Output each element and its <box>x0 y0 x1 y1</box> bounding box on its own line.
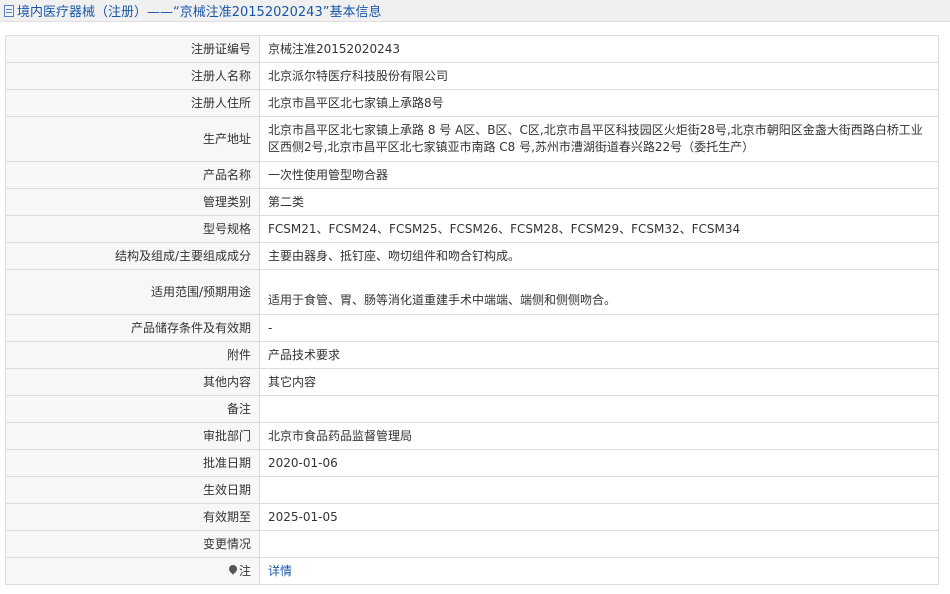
field-value: FCSM21、FCSM24、FCSM25、FCSM26、FCSM28、FCSM2… <box>259 215 939 243</box>
table-row: 型号规格 FCSM21、FCSM24、FCSM25、FCSM26、FCSM28、… <box>5 215 939 243</box>
table-row: 有效期至 2025-01-05 <box>5 503 939 531</box>
field-label: 批准日期 <box>5 449 260 477</box>
field-value: 产品技术要求 <box>259 341 939 369</box>
table-row: 结构及组成/主要组成成分 主要由器身、抵钉座、吻切组件和吻合钉构成。 <box>5 242 939 270</box>
field-label: 注册人名称 <box>5 62 260 90</box>
table-row: 批准日期 2020-01-06 <box>5 449 939 477</box>
table-row: 附件 产品技术要求 <box>5 341 939 369</box>
field-value: 京械注准20152020243 <box>259 35 939 63</box>
field-value: 2020-01-06 <box>259 449 939 477</box>
field-label: 适用范围/预期用途 <box>5 269 260 315</box>
field-value <box>259 395 939 423</box>
table-row: 注册人名称 北京派尔特医疗科技股份有限公司 <box>5 62 939 90</box>
table-row: 变更情况 <box>5 530 939 558</box>
field-value: 北京市食品药品监督管理局 <box>259 422 939 450</box>
table-row: 注册证编号 京械注准20152020243 <box>5 35 939 63</box>
field-label: 管理类别 <box>5 188 260 216</box>
field-value: 主要由器身、抵钉座、吻切组件和吻合钉构成。 <box>259 242 939 270</box>
field-label: 有效期至 <box>5 503 260 531</box>
field-value <box>259 530 939 558</box>
table-row: 管理类别 第二类 <box>5 188 939 216</box>
note-label: 注 <box>238 563 251 578</box>
table-row: 其他内容 其它内容 <box>5 368 939 396</box>
table-row: 生产地址 北京市昌平区北七家镇上承路 8 号 A区、B区、C区,北京市昌平区科技… <box>5 116 939 162</box>
document-icon <box>4 4 14 17</box>
table-row: 产品储存条件及有效期 - <box>5 314 939 342</box>
field-label: 备注 <box>5 395 260 423</box>
table-row: 审批部门 北京市食品药品监督管理局 <box>5 422 939 450</box>
field-value: 一次性使用管型吻合器 <box>259 161 939 189</box>
table-row: 产品名称 一次性使用管型吻合器 <box>5 161 939 189</box>
field-label: 审批部门 <box>5 422 260 450</box>
field-label: 其他内容 <box>5 368 260 396</box>
field-value: 其它内容 <box>259 368 939 396</box>
page-header: 境内医疗器械（注册）——“京械注准20152020243”基本信息 <box>0 0 950 22</box>
note-label-cell: 注 <box>5 557 260 585</box>
field-value: 适用于食管、胃、肠等消化道重建手术中端端、端侧和侧侧吻合。 <box>259 269 939 315</box>
field-label: 变更情况 <box>5 530 260 558</box>
field-value: 第二类 <box>259 188 939 216</box>
table-row: 适用范围/预期用途 适用于食管、胃、肠等消化道重建手术中端端、端侧和侧侧吻合。 <box>5 269 939 315</box>
field-label: 生效日期 <box>5 476 260 504</box>
field-label: 生产地址 <box>5 116 260 162</box>
field-label: 注册人住所 <box>5 89 260 117</box>
field-value: 北京派尔特医疗科技股份有限公司 <box>259 62 939 90</box>
field-label: 结构及组成/主要组成成分 <box>5 242 260 270</box>
field-value: - <box>259 314 939 342</box>
field-value: 2025-01-05 <box>259 503 939 531</box>
detail-table: 注册证编号 京械注准20152020243 注册人名称 北京派尔特医疗科技股份有… <box>5 35 939 585</box>
page-title: 境内医疗器械（注册）——“京械注准20152020243”基本信息 <box>17 5 382 20</box>
field-value: 北京市昌平区北七家镇上承路8号 <box>259 89 939 117</box>
note-value-cell: 详情 <box>259 557 939 585</box>
note-row: 注 详情 <box>5 557 939 585</box>
field-label: 型号规格 <box>5 215 260 243</box>
field-label: 产品储存条件及有效期 <box>5 314 260 342</box>
field-label: 附件 <box>5 341 260 369</box>
table-row: 注册人住所 北京市昌平区北七家镇上承路8号 <box>5 89 939 117</box>
details-link[interactable]: 详情 <box>268 564 292 578</box>
field-label: 注册证编号 <box>5 35 260 63</box>
field-label: 产品名称 <box>5 161 260 189</box>
pin-icon <box>227 563 239 575</box>
field-value <box>259 476 939 504</box>
table-row: 生效日期 <box>5 476 939 504</box>
field-value: 北京市昌平区北七家镇上承路 8 号 A区、B区、C区,北京市昌平区科技园区火炬街… <box>259 116 939 162</box>
table-row: 备注 <box>5 395 939 423</box>
